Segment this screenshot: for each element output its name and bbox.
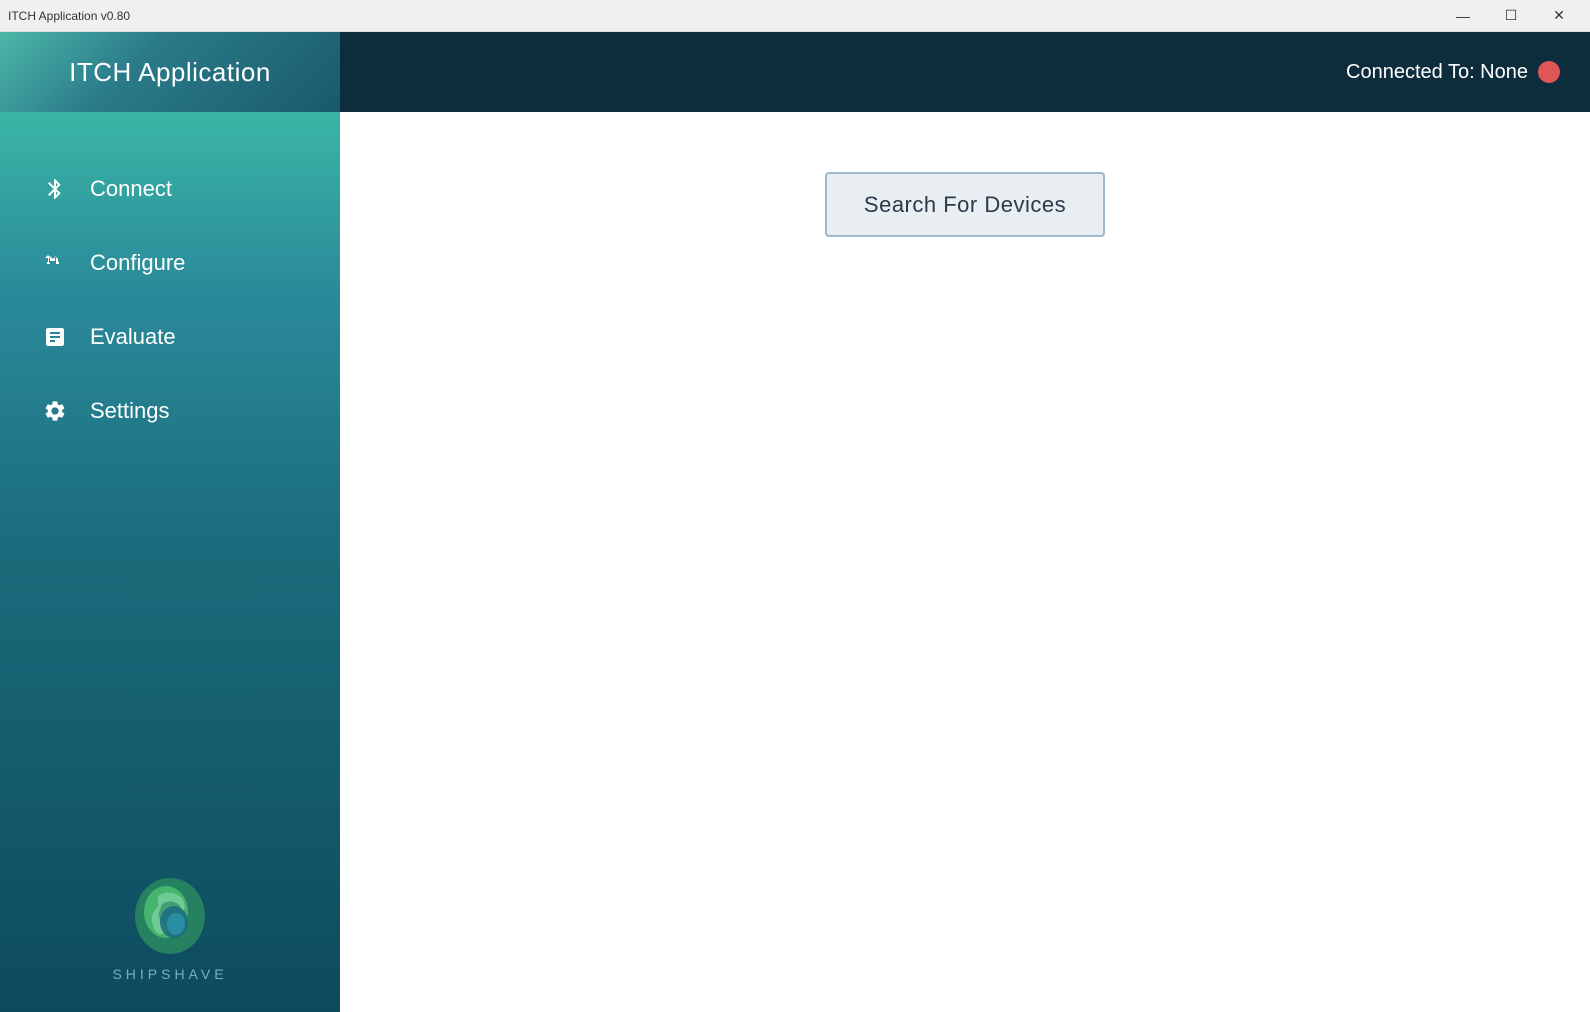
shipshave-logo-graphic: [130, 876, 210, 956]
title-bar: ITCH Application v0.80 — ☐ ✕: [0, 0, 1590, 32]
header-title: ITCH Application: [69, 57, 271, 88]
bluetooth-icon: [40, 174, 70, 204]
sidebar-item-evaluate-label: Evaluate: [90, 324, 176, 350]
app-header: ITCH Application Connected To: None: [0, 32, 1590, 112]
gear-icon: [40, 396, 70, 426]
sidebar-item-settings-label: Settings: [90, 398, 170, 424]
close-button[interactable]: ✕: [1536, 0, 1582, 32]
connection-status-area: Connected To: None: [1346, 61, 1590, 84]
sidebar-item-settings[interactable]: Settings: [0, 374, 340, 448]
connection-indicator: [1538, 61, 1560, 83]
sidebar-item-configure[interactable]: Configure: [0, 226, 340, 300]
search-for-devices-button[interactable]: Search For Devices: [825, 172, 1105, 237]
usb-icon: [40, 248, 70, 278]
minimize-button[interactable]: —: [1440, 0, 1486, 32]
sidebar-item-evaluate[interactable]: Evaluate: [0, 300, 340, 374]
sidebar-item-connect-label: Connect: [90, 176, 172, 202]
header-title-area: ITCH Application: [0, 32, 340, 112]
sidebar-logo-text: SHIPSHAVE: [112, 966, 227, 982]
sidebar-item-connect[interactable]: Connect: [0, 152, 340, 226]
app-title: ITCH Application v0.80: [8, 9, 130, 23]
sidebar: Connect Configure Evaluate: [0, 112, 340, 1012]
sidebar-item-configure-label: Configure: [90, 250, 185, 276]
app-container: ITCH Application Connected To: None Conn…: [0, 32, 1590, 1012]
maximize-button[interactable]: ☐: [1488, 0, 1534, 32]
chart-icon: [40, 322, 70, 352]
window-controls: — ☐ ✕: [1440, 0, 1582, 32]
connection-label: Connected To: None: [1346, 61, 1528, 84]
content-area: Search For Devices: [340, 112, 1590, 1012]
main-layout: Connect Configure Evaluate: [0, 112, 1590, 1012]
sidebar-logo: SHIPSHAVE: [0, 846, 340, 1012]
